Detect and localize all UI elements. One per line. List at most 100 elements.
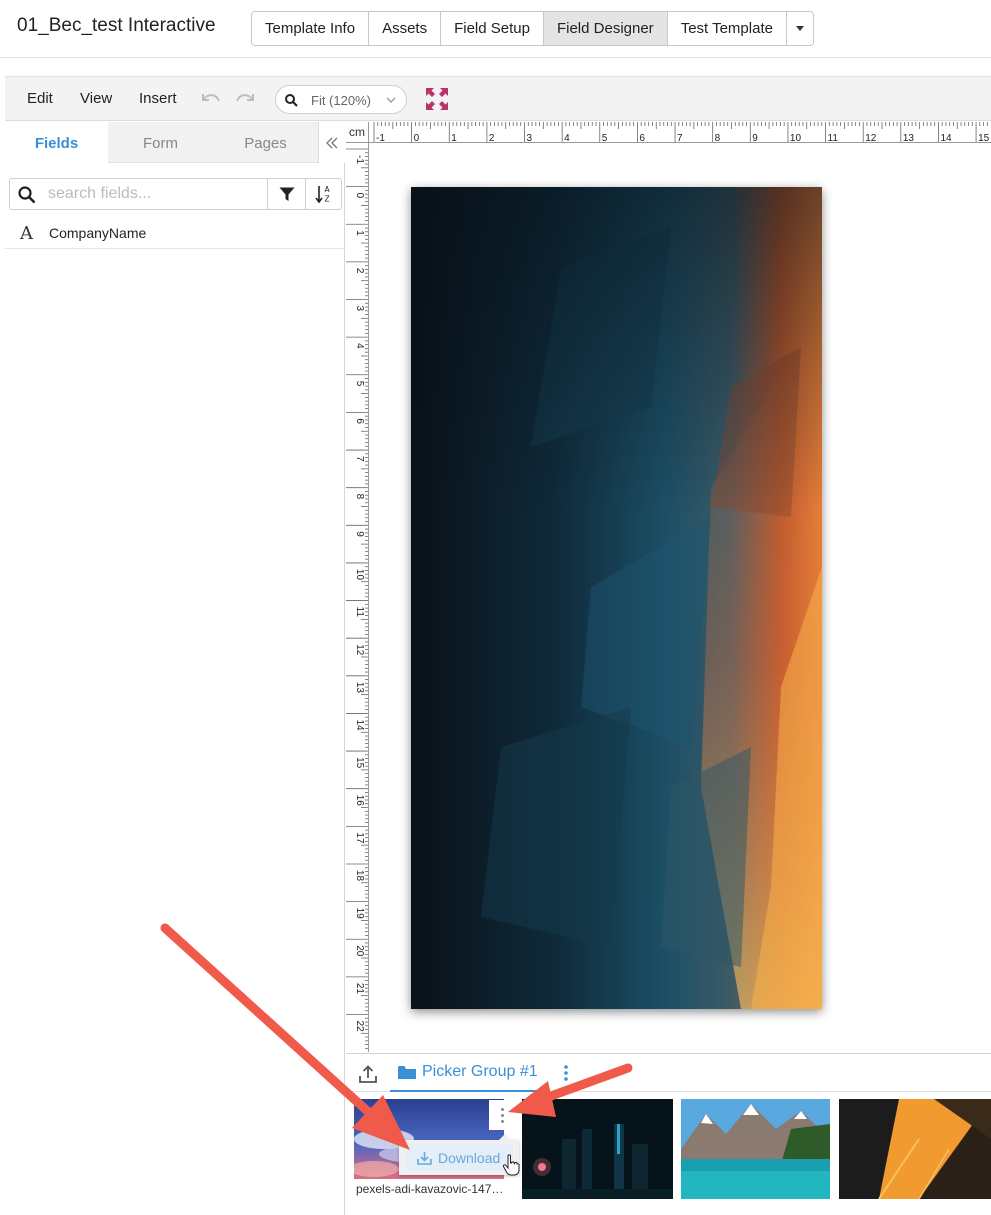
ruler-tick-label: 8 (715, 133, 721, 143)
ruler-tick-label: 4 (564, 133, 570, 143)
ruler-unit: cm (346, 122, 369, 143)
zoom-select[interactable]: Fit (120%) (275, 85, 407, 114)
designer-toolbar: Edit View Insert Fit (120%) (5, 76, 991, 121)
search-icon (18, 186, 36, 204)
field-list-item[interactable]: A CompanyName (5, 217, 345, 249)
ruler-tick-label: 18 (354, 870, 365, 882)
asset-picker: Picker Group #1 pexels-adi-kavazovic-147… (346, 1053, 991, 1215)
ruler-tick-label: 3 (527, 133, 533, 143)
ruler-tick-label: 0 (354, 193, 365, 199)
ruler-tick-label: 7 (677, 133, 683, 143)
menu-edit[interactable]: Edit (27, 90, 53, 107)
ruler-tick-label: 8 (354, 494, 365, 500)
picker-toolbar: Picker Group #1 (346, 1054, 991, 1092)
kebab-menu-icon[interactable] (561, 1064, 571, 1082)
ruler-tick-label: -1 (354, 155, 365, 164)
ruler-tick-label: 10 (790, 133, 802, 143)
ruler-tick-label: 13 (354, 682, 365, 694)
thumbnail-skyscrapers-up[interactable] (839, 1099, 991, 1199)
folder-icon (398, 1065, 416, 1079)
tab-form[interactable]: Form (108, 122, 213, 163)
ruler-tick-label: 13 (903, 133, 915, 143)
picker-group-label: Picker Group #1 (422, 1063, 538, 1080)
ruler-tick-label: 15 (978, 133, 990, 143)
ruler-tick-label: 11 (354, 607, 365, 618)
app-header: 01_Bec_test Interactive Template Info As… (0, 0, 991, 58)
chevron-down-icon (386, 97, 396, 103)
main-tabbar: Template Info Assets Field Setup Field D… (251, 11, 814, 46)
design-canvas[interactable]: cm -1 0 1 2 3 4 5 6 7 8 9 10 11 12 13 14 15 -1 0 1 2 3 4 5 6 7 8 9… (346, 122, 991, 1052)
ruler-tick-label: 10 (354, 569, 365, 581)
ruler-tick-label: 0 (414, 133, 420, 143)
sort-az-button[interactable]: A Z (305, 179, 342, 209)
double-chevron-left-icon (326, 137, 338, 148)
filter-button[interactable] (267, 179, 305, 209)
menu-insert[interactable]: Insert (139, 90, 177, 107)
ruler-tick-label: 11 (828, 133, 839, 143)
ruler-tick-label: 1 (354, 230, 365, 236)
ruler-tick-label: 9 (752, 133, 758, 143)
tab-fields[interactable]: Fields (5, 122, 108, 164)
kebab-dot (500, 1113, 504, 1117)
ruler-tick-label: 2 (489, 133, 495, 143)
ruler-tick-label: 5 (602, 133, 608, 143)
fullscreen-icon[interactable] (425, 87, 449, 111)
thumbnail-context-menu: Download (399, 1134, 519, 1175)
ruler-tick-label: 4 (354, 343, 365, 349)
field-name: CompanyName (49, 225, 147, 241)
zoom-icon (285, 94, 298, 107)
ruler-tick-label: 22 (354, 1020, 365, 1032)
tab-assets[interactable]: Assets (369, 12, 442, 45)
field-search: A Z (9, 178, 342, 210)
panel-tabs: Fields Form Pages (5, 122, 345, 164)
ruler-tick-label: 16 (354, 795, 365, 807)
ruler-tick-label: 6 (354, 418, 365, 424)
ruler-tick-label: 21 (354, 983, 365, 995)
ruler-tick-label: 6 (639, 133, 645, 143)
ruler-tick-label: 12 (354, 644, 365, 656)
hand-cursor-icon (502, 1154, 520, 1176)
thumbnail-menu-button[interactable] (489, 1100, 515, 1130)
ruler-tick-label: 14 (940, 133, 952, 143)
redo-icon[interactable] (234, 88, 258, 110)
tab-field-designer[interactable]: Field Designer (543, 12, 668, 45)
ruler-tick-label: 9 (354, 531, 365, 537)
tab-pages[interactable]: Pages (213, 122, 318, 163)
ruler-tick-label: 14 (354, 719, 365, 731)
fields-panel: Fields Form Pages A Z A (5, 122, 345, 1215)
download-menu-item[interactable]: Download (407, 1144, 513, 1171)
tab-field-setup[interactable]: Field Setup (441, 12, 544, 45)
collapse-panel-button[interactable] (318, 122, 345, 163)
zoom-value: Fit (120%) (311, 93, 371, 108)
upload-icon[interactable] (358, 1064, 378, 1084)
sort-az-icon: A Z (315, 185, 331, 204)
tabs-more-dropdown[interactable] (787, 12, 813, 45)
tab-template-info[interactable]: Template Info (252, 12, 370, 45)
ruler-tick-label: 20 (354, 945, 365, 957)
ruler-tick-label: 12 (865, 133, 877, 143)
undo-icon[interactable] (198, 88, 222, 110)
ruler-tick-label: 1 (451, 133, 457, 143)
menu-view[interactable]: View (80, 90, 112, 107)
thumbnail-filename: pexels-adi-kavazovic-147… (354, 1179, 514, 1199)
kebab-dot (500, 1119, 504, 1123)
ruler-tick-label: 17 (354, 832, 365, 844)
svg-text:Z: Z (325, 195, 330, 204)
ruler-tick-label: 15 (354, 757, 365, 769)
download-label: Download (438, 1149, 501, 1166)
ruler-tick-label: -1 (376, 133, 385, 143)
text-field-icon: A (20, 223, 33, 244)
filter-icon (279, 187, 294, 201)
kebab-dot (500, 1107, 504, 1111)
thumbnail-night-city[interactable] (522, 1099, 673, 1199)
picker-group-tab[interactable]: Picker Group #1 (390, 1054, 546, 1092)
template-page[interactable] (411, 187, 822, 1009)
thumbnail-mountain-lake[interactable] (681, 1099, 830, 1199)
ruler-tick-label: 19 (354, 908, 365, 920)
ruler-tick-label: 7 (354, 456, 365, 462)
horizontal-ruler: -1 0 1 2 3 4 5 6 7 8 9 10 11 12 13 14 15 (369, 122, 991, 143)
search-input[interactable] (48, 181, 266, 207)
tab-test-template[interactable]: Test Template (667, 12, 787, 45)
vertical-ruler: -101234567891011121314151617181920212223 (346, 143, 369, 1052)
ruler-tick-label: 3 (354, 306, 365, 312)
